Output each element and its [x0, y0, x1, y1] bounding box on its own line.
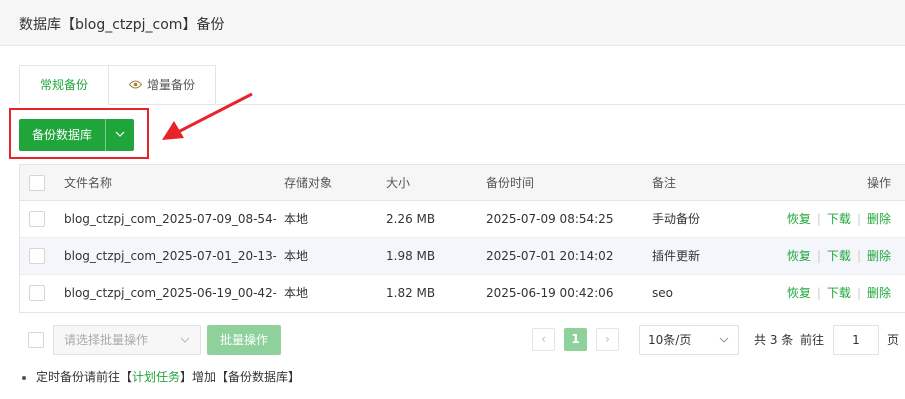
highlight-box — [9, 108, 149, 159]
tip-prefix: 定时备份请前往【 — [36, 370, 133, 384]
note: seo — [652, 286, 673, 300]
bullet — [22, 375, 26, 380]
tab-label: 常规备份 — [39, 78, 88, 92]
backup-time: 2025-07-09 08:54:25 — [486, 212, 614, 226]
separator: | — [816, 212, 821, 226]
separator: | — [856, 212, 861, 226]
delete-link[interactable]: 删除 — [867, 249, 891, 263]
page-unit-label: 页 — [887, 333, 900, 347]
row-checkbox[interactable] — [29, 211, 45, 227]
delete-link[interactable]: 删除 — [867, 286, 891, 300]
header-time: 备份时间 — [486, 176, 535, 190]
backup-table: 文件名称 存储对象 大小 备份时间 备注 操作 blog_ctzpj_com_2… — [19, 164, 905, 313]
page-1-button[interactable]: 1 — [564, 328, 587, 351]
header-note: 备注 — [652, 176, 677, 190]
bulk-action-placeholder: 请选择批量操作 — [64, 333, 149, 347]
header-bar: 数据库【blog_ctzpj_com】备份 — [0, 0, 905, 46]
file-name: blog_ctzpj_com_2025-07-01_20-13-5 — [64, 249, 276, 263]
table-row: blog_ctzpj_com_2025-07-01_20-13-5 本地 1.9… — [20, 238, 905, 275]
bulk-select-checkbox[interactable] — [28, 332, 44, 348]
table-header-row: 文件名称 存储对象 大小 备份时间 备注 操作 — [20, 165, 905, 201]
tip-suffix: 】增加【备份数据库】 — [180, 370, 301, 384]
row-checkbox[interactable] — [29, 285, 45, 301]
header-storage: 存储对象 — [284, 176, 333, 190]
next-page-button[interactable]: › — [596, 328, 619, 351]
restore-link[interactable]: 恢复 — [787, 286, 811, 300]
separator: | — [856, 286, 861, 300]
table-footer: 请选择批量操作 批量操作 ‹ 1 › 10条/页 共 3 条 前往 1 页 — [19, 325, 905, 357]
header-op: 操作 — [866, 176, 891, 190]
header-size: 大小 — [386, 176, 411, 190]
page-size-value: 10条/页 — [648, 333, 692, 347]
total-count: 共 3 条 — [754, 333, 794, 347]
backup-time: 2025-07-01 20:14:02 — [486, 249, 614, 263]
size: 1.82 MB — [386, 286, 436, 300]
restore-link[interactable]: 恢复 — [787, 249, 811, 263]
download-link[interactable]: 下载 — [827, 286, 851, 300]
storage: 本地 — [284, 249, 309, 263]
chevron-down-icon — [180, 326, 190, 366]
size: 2.26 MB — [386, 212, 436, 226]
separator: | — [816, 286, 821, 300]
file-name: blog_ctzpj_com_2025-07-09_08-54-2 — [64, 212, 276, 226]
storage: 本地 — [284, 212, 309, 226]
storage: 本地 — [284, 286, 309, 300]
backup-time: 2025-06-19 00:42:06 — [486, 286, 614, 300]
tab-regular-backup[interactable]: 常规备份 — [19, 65, 109, 105]
row-actions: 恢复 | 下载 | 删除 — [771, 238, 891, 274]
chevron-down-icon — [719, 326, 729, 366]
delete-link[interactable]: 删除 — [867, 212, 891, 226]
goto-label: 前往 — [800, 333, 825, 347]
bulk-action-select[interactable]: 请选择批量操作 — [53, 325, 201, 355]
restore-link[interactable]: 恢复 — [787, 212, 811, 226]
separator: | — [856, 249, 861, 263]
table-row: blog_ctzpj_com_2025-06-19_00-42-0 本地 1.8… — [20, 275, 905, 312]
select-all-checkbox[interactable] — [29, 175, 45, 191]
scheduled-task-link[interactable]: 计划任务 — [132, 370, 180, 384]
note: 手动备份 — [652, 212, 701, 226]
tab-divider — [19, 104, 905, 105]
note: 插件更新 — [652, 249, 701, 263]
header-name: 文件名称 — [64, 176, 113, 190]
page-title: 数据库【blog_ctzpj_com】备份 — [19, 17, 225, 33]
prev-page-button[interactable]: ‹ — [532, 328, 555, 351]
download-link[interactable]: 下载 — [827, 249, 851, 263]
separator: | — [816, 249, 821, 263]
row-actions: 恢复 | 下载 | 删除 — [771, 275, 891, 311]
table-row: blog_ctzpj_com_2025-07-09_08-54-2 本地 2.2… — [20, 201, 905, 238]
row-checkbox[interactable] — [29, 248, 45, 264]
page-jump-input[interactable]: 1 — [833, 325, 879, 355]
page-size-select[interactable]: 10条/页 — [639, 325, 739, 355]
file-name: blog_ctzpj_com_2025-06-19_00-42-0 — [64, 286, 276, 300]
download-link[interactable]: 下载 — [827, 212, 851, 226]
bulk-action-button[interactable]: 批量操作 — [207, 325, 281, 355]
eye-icon — [128, 67, 143, 105]
size: 1.98 MB — [386, 249, 436, 263]
schedule-tip: 定时备份请前往【计划任务】增加【备份数据库】 — [22, 368, 300, 385]
annotation-arrow-icon — [162, 92, 253, 140]
row-actions: 恢复 | 下载 | 删除 — [771, 201, 891, 237]
